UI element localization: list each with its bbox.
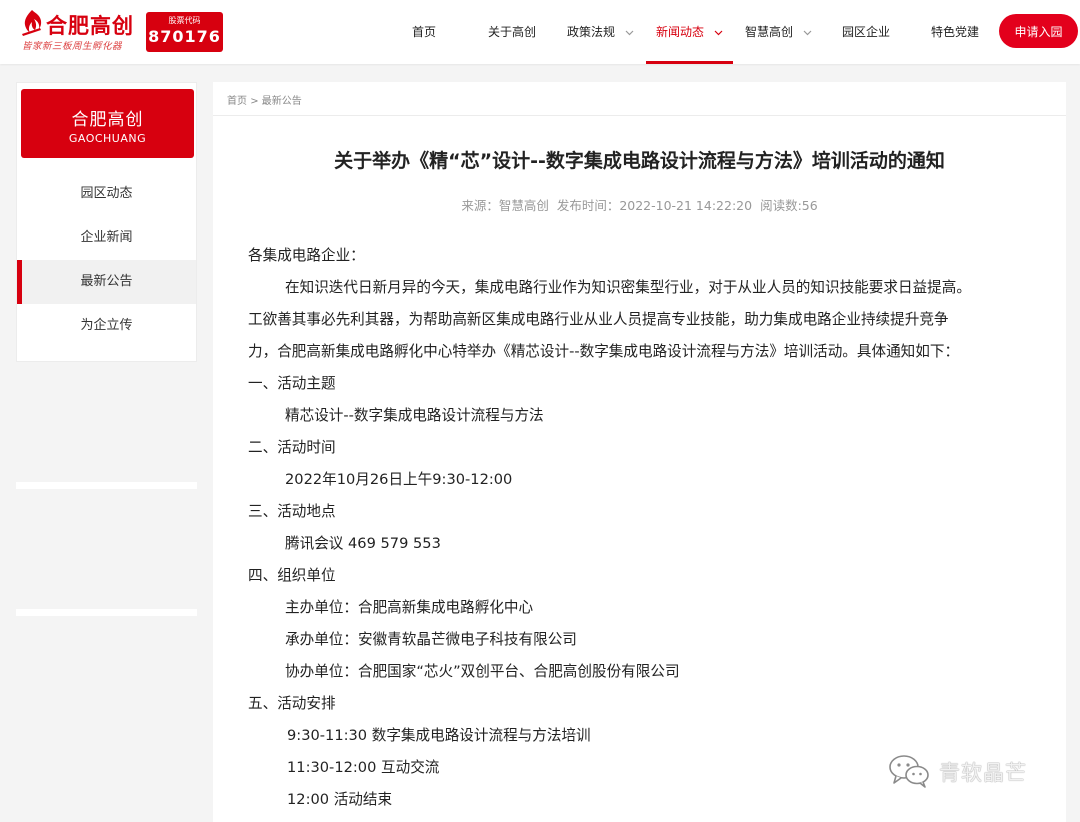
stock-code-badge: 股票代码 870176 — [146, 12, 223, 52]
nav-label: 关于高创 — [488, 25, 537, 39]
sidebar-item-label: 最新公告 — [80, 274, 133, 289]
chevron-down-icon — [714, 30, 723, 35]
sidebar: 合肥高创 GAOCHUANG 园区动态 企业新闻 最新公告 为企立传 — [16, 82, 197, 362]
article-paragraph: 工欲善其事必先利其器，为帮助高新区集成电路行业从业人员提高专业技能，助力集成电路… — [248, 311, 949, 328]
nav-label: 智慧高创 — [745, 25, 794, 39]
section-detail: 9:30-11:30 数字集成电路设计流程与方法培训 — [287, 727, 591, 744]
nav-item-news[interactable]: 新闻动态 — [646, 0, 733, 64]
chevron-down-icon — [625, 30, 634, 35]
brand-slogan: 皆家新三板周生孵化器 — [22, 41, 123, 52]
logo-mark-icon — [22, 10, 42, 36]
nav-label: 园区企业 — [842, 25, 891, 39]
watermark-text: 青软晶芒 — [939, 761, 1027, 785]
breadcrumb-separator: > — [250, 96, 259, 107]
nav-item-smart[interactable]: 智慧高创 — [745, 0, 812, 64]
sidebar-item-biographies[interactable]: 为企立传 — [17, 304, 196, 348]
section-detail: 腾讯会议 469 579 553 — [285, 535, 441, 552]
sidebar-header: 合肥高创 GAOCHUANG — [21, 89, 194, 158]
nav-item-party[interactable]: 特色党建 — [931, 0, 979, 64]
article-title: 关于举办《精“芯”设计--数字集成电路设计流程与方法》培训活动的通知 — [334, 150, 945, 172]
chevron-down-icon — [803, 30, 812, 35]
article-paragraph: 力，合肥高新集成电路孵化中心特举办《精芯设计--数字集成电路设计流程与方法》培训… — [248, 343, 960, 360]
section-heading: 二、活动时间 — [248, 439, 336, 456]
brand-name: 合肥高创 — [46, 14, 134, 38]
article-publish-time: 发布时间：2022-10-21 14:22:20 — [556, 198, 753, 213]
nav-item-home[interactable]: 首页 — [412, 0, 436, 64]
nav-item-about[interactable]: 关于高创 — [488, 0, 536, 64]
article-panel: 首页 > 最新公告 关于举办《精“芯”设计--数字集成电路设计流程与方法》培训活… — [213, 82, 1066, 822]
nav-item-enterprises[interactable]: 园区企业 — [842, 0, 890, 64]
article-paragraph: 在知识迭代日新月异的今天，集成电路行业作为知识密集型行业，对于从业人员的知识技能… — [285, 279, 971, 296]
breadcrumb-divider — [213, 115, 1066, 116]
wechat-icon — [889, 755, 929, 788]
breadcrumb: 首页 > 最新公告 — [227, 92, 302, 107]
site-logo[interactable]: 合肥高创 皆家新三板周生孵化器 — [18, 8, 143, 54]
section-detail: 承办单位：安徽青软晶芒微电子科技有限公司 — [285, 631, 577, 648]
section-detail: 12:00 活动结束 — [287, 791, 393, 808]
nav-item-policy[interactable]: 政策法规 — [567, 0, 634, 64]
section-heading: 三、活动地点 — [248, 503, 336, 520]
breadcrumb-current[interactable]: 最新公告 — [262, 96, 302, 107]
section-heading: 五、活动安排 — [248, 695, 336, 712]
sidebar-item-label: 企业新闻 — [80, 230, 133, 245]
nav-label: 新闻动态 — [656, 25, 705, 39]
breadcrumb-home[interactable]: 首页 — [227, 96, 247, 107]
sidebar-item-announcements[interactable]: 最新公告 — [17, 260, 196, 304]
stock-label: 股票代码 — [168, 16, 201, 25]
section-detail: 11:30-12:00 互动交流 — [287, 759, 440, 776]
article-view-count: 阅读数:56 — [760, 198, 818, 213]
sidebar-item-company-news[interactable]: 企业新闻 — [17, 216, 196, 260]
sidebar-title: 合肥高创 — [71, 110, 144, 130]
section-detail: 2022年10月26日上午9:30-12:00 — [285, 471, 513, 488]
article-source: 来源：智慧高创 — [461, 198, 549, 213]
sidebar-item-park-news[interactable]: 园区动态 — [17, 172, 196, 216]
nav-label: 特色党建 — [931, 25, 980, 39]
apply-button[interactable]: 申请入园 — [999, 14, 1078, 48]
article-greeting: 各集成电路企业： — [248, 247, 365, 264]
section-detail: 协办单位：合肥国家“芯火”双创平台、合肥高创股份有限公司 — [285, 663, 680, 680]
section-detail: 精芯设计--数字集成电路设计流程与方法 — [285, 407, 544, 424]
stock-code: 870176 — [148, 27, 221, 46]
section-heading: 四、组织单位 — [248, 567, 336, 584]
article-meta: 来源：智慧高创 发布时间：2022-10-21 14:22:20 阅读数:56 — [213, 195, 1066, 214]
site-header: 合肥高创 皆家新三板周生孵化器 股票代码 870176 首页 关于高创 政策法规… — [0, 0, 1080, 64]
nav-label: 首页 — [412, 25, 437, 39]
sidebar-subtitle: GAOCHUANG — [68, 132, 147, 145]
sidebar-item-label: 园区动态 — [80, 186, 133, 201]
section-detail: 主办单位：合肥高新集成电路孵化中心 — [285, 599, 534, 616]
nav-label: 政策法规 — [567, 25, 616, 39]
sidebar-divider — [16, 609, 197, 616]
sidebar-divider — [16, 482, 197, 489]
sidebar-item-label: 为企立传 — [80, 318, 133, 333]
section-heading: 一、活动主题 — [248, 375, 336, 392]
